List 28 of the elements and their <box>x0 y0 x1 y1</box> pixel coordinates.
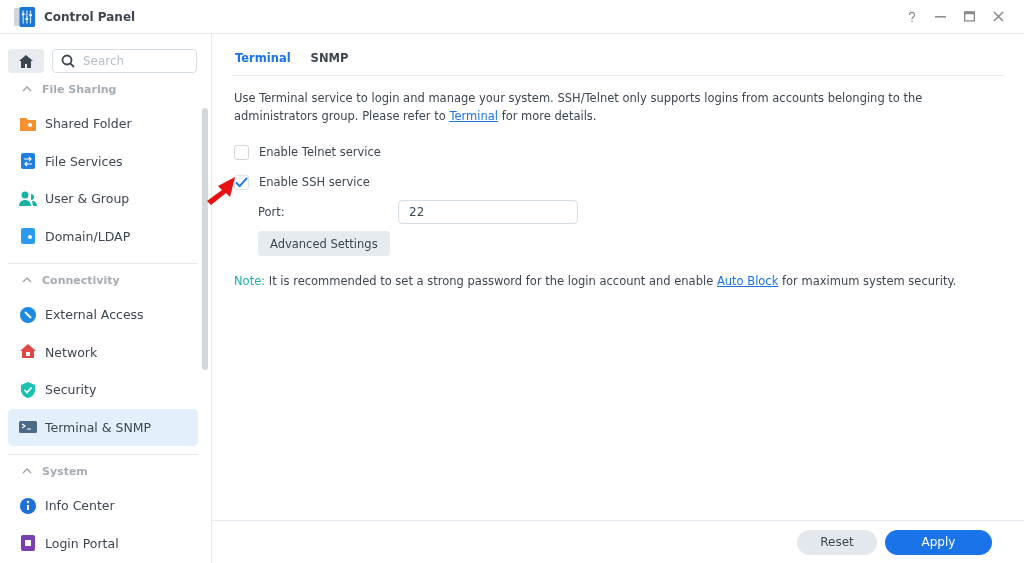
checkbox-label: Enable SSH service <box>259 175 370 189</box>
port-label: Port: <box>258 205 286 219</box>
sidebar-item[interactable]: File Services <box>8 142 198 180</box>
group-heading: Connectivity <box>42 273 120 287</box>
group-heading: File Sharing <box>42 82 117 96</box>
auto-block-link[interactable]: Auto Block <box>716 274 779 288</box>
window-title: Control Panel <box>44 9 136 24</box>
sidebar-item[interactable]: Shared Folder <box>8 105 198 143</box>
port-field[interactable]: 22 <box>398 200 578 224</box>
search-field[interactable]: Search <box>52 49 197 73</box>
advanced-settings-button[interactable]: Advanced Settings <box>258 231 390 256</box>
description-text: Use Terminal service to login and manage your system. SSH/Telnet only supports logins from accounts belonging to the administrators group. Please refer to Terminal for more details. <box>234 90 924 125</box>
sidebar-item[interactable]: External Access <box>8 296 198 334</box>
sidebar-item[interactable]: Info Center <box>8 487 198 525</box>
tab[interactable]: Terminal <box>235 44 291 75</box>
sidebar-item[interactable]: Terminal & SNMP <box>8 408 198 446</box>
sidebar-item[interactable]: User & Group <box>8 180 198 218</box>
tab[interactable]: SNMP <box>310 44 349 75</box>
sidebar-item[interactable]: Network <box>8 333 198 371</box>
sidebar-item[interactable]: Security <box>8 371 198 409</box>
checkbox-label: Enable Telnet service <box>259 145 381 159</box>
note-text: Note: It is recommended to set a strong password for the login account and enable Auto Block for maximum system security. <box>234 273 958 290</box>
sidebar-item[interactable]: Login Portal <box>8 524 198 562</box>
group-heading: System <box>42 464 88 478</box>
sidebar-item[interactable]: Domain/LDAP <box>8 217 198 255</box>
terminal-link[interactable]: Terminal <box>449 109 498 123</box>
apply-button[interactable]: Apply <box>885 529 992 555</box>
reset-button[interactable]: Reset <box>797 529 877 555</box>
